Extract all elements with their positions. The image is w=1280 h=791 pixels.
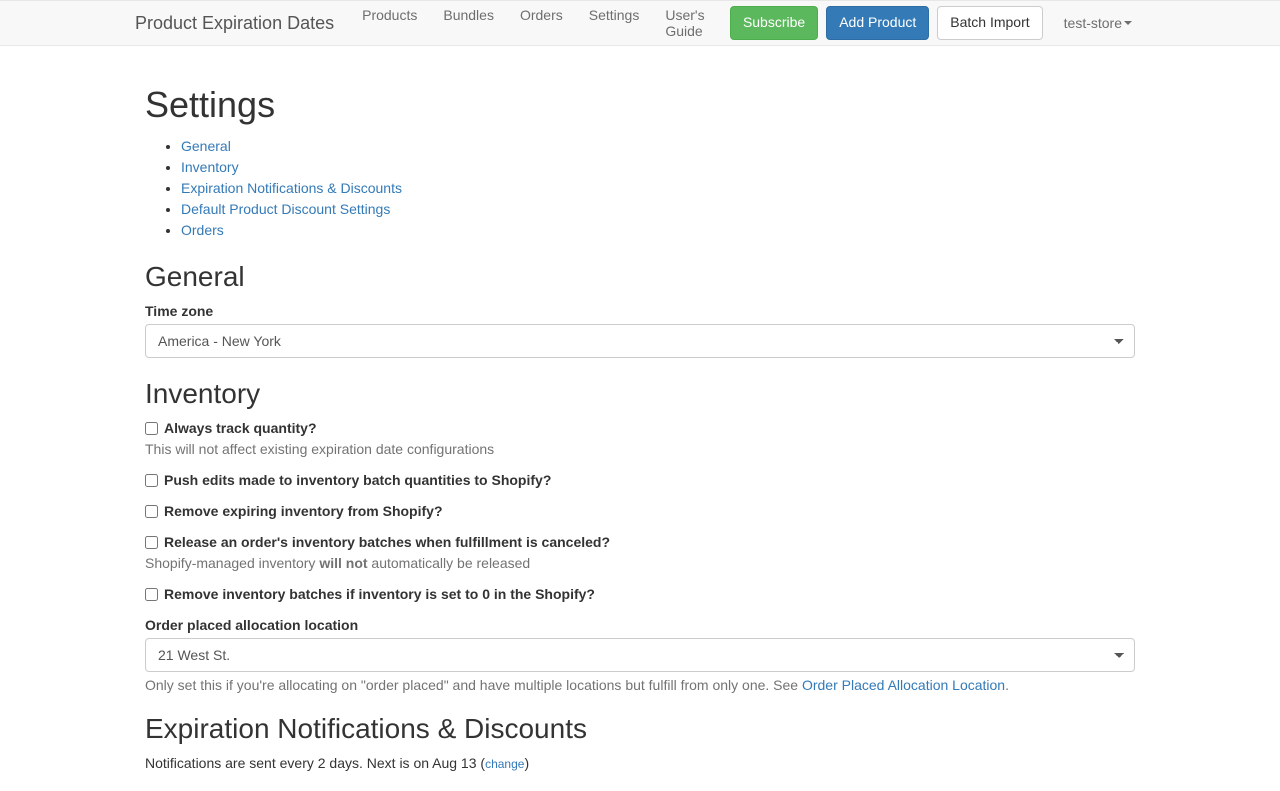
- remove-zero-text: Remove inventory batches if inventory is…: [164, 586, 595, 602]
- always-track-help: This will not affect existing expiration…: [145, 441, 1135, 457]
- push-edits-text: Push edits made to inventory batch quant…: [164, 472, 551, 488]
- push-edits-checkbox[interactable]: [145, 474, 158, 487]
- expiration-heading: Expiration Notifications & Discounts: [145, 713, 1135, 745]
- release-help-pre: Shopify-managed inventory: [145, 555, 319, 571]
- toc-expiration[interactable]: Expiration Notifications & Discounts: [181, 180, 402, 196]
- allocation-help-post: .: [1005, 677, 1009, 693]
- caret-down-icon: [1124, 21, 1132, 25]
- allocation-select[interactable]: 21 West St.: [145, 638, 1135, 672]
- release-canceled-text: Release an order's inventory batches whe…: [164, 534, 610, 550]
- toc-default-discount[interactable]: Default Product Discount Settings: [181, 201, 390, 217]
- toc-list: General Inventory Expiration Notificatio…: [145, 136, 1135, 241]
- release-help-strong: will not: [319, 555, 367, 571]
- release-help: Shopify-managed inventory will not autom…: [145, 555, 1135, 571]
- nav-users-guide[interactable]: User's Guide: [652, 0, 730, 51]
- navbar: Product Expiration Dates Products Bundle…: [0, 0, 1280, 46]
- toc-orders[interactable]: Orders: [181, 222, 224, 238]
- notification-info: Notifications are sent every 2 days. Nex…: [145, 755, 1135, 771]
- allocation-help: Only set this if you're allocating on "o…: [145, 677, 1135, 693]
- timezone-label: Time zone: [145, 303, 1135, 319]
- remove-expiring-label[interactable]: Remove expiring inventory from Shopify?: [145, 503, 1135, 519]
- toc-inventory[interactable]: Inventory: [181, 159, 239, 175]
- store-name: test-store: [1064, 15, 1122, 31]
- allocation-help-link[interactable]: Order Placed Allocation Location: [802, 677, 1005, 693]
- always-track-checkbox[interactable]: [145, 422, 158, 435]
- notif-pre: Notifications are sent every 2 days. Nex…: [145, 755, 485, 771]
- allocation-label: Order placed allocation location: [145, 617, 1135, 633]
- release-canceled-label[interactable]: Release an order's inventory batches whe…: [145, 534, 1135, 550]
- store-dropdown[interactable]: test-store: [1051, 3, 1145, 43]
- nav-settings[interactable]: Settings: [576, 0, 653, 35]
- nav-bundles[interactable]: Bundles: [430, 0, 507, 35]
- batch-import-button[interactable]: Batch Import: [937, 6, 1042, 40]
- always-track-label[interactable]: Always track quantity?: [145, 420, 1135, 436]
- nav-orders[interactable]: Orders: [507, 0, 576, 35]
- nav-links: Products Bundles Orders Settings User's …: [349, 0, 730, 51]
- change-link[interactable]: change: [485, 757, 524, 771]
- allocation-help-pre: Only set this if you're allocating on "o…: [145, 677, 802, 693]
- main-container: Settings General Inventory Expiration No…: [135, 46, 1145, 791]
- nav-right: Subscribe Add Product Batch Import test-…: [730, 3, 1145, 43]
- remove-zero-checkbox[interactable]: [145, 588, 158, 601]
- add-product-button[interactable]: Add Product: [826, 6, 929, 40]
- nav-products[interactable]: Products: [349, 0, 430, 35]
- remove-zero-label[interactable]: Remove inventory batches if inventory is…: [145, 586, 1135, 602]
- subscribe-button[interactable]: Subscribe: [730, 6, 818, 40]
- release-help-post: automatically be released: [368, 555, 531, 571]
- push-edits-label[interactable]: Push edits made to inventory batch quant…: [145, 472, 1135, 488]
- page-title: Settings: [145, 84, 1135, 126]
- notif-post: ): [524, 755, 529, 771]
- release-canceled-checkbox[interactable]: [145, 536, 158, 549]
- toc-general[interactable]: General: [181, 138, 231, 154]
- always-track-text: Always track quantity?: [164, 420, 317, 436]
- navbar-brand[interactable]: Product Expiration Dates: [135, 13, 349, 34]
- inventory-heading: Inventory: [145, 378, 1135, 410]
- remove-expiring-text: Remove expiring inventory from Shopify?: [164, 503, 443, 519]
- timezone-select[interactable]: America - New York: [145, 324, 1135, 358]
- general-heading: General: [145, 261, 1135, 293]
- remove-expiring-checkbox[interactable]: [145, 505, 158, 518]
